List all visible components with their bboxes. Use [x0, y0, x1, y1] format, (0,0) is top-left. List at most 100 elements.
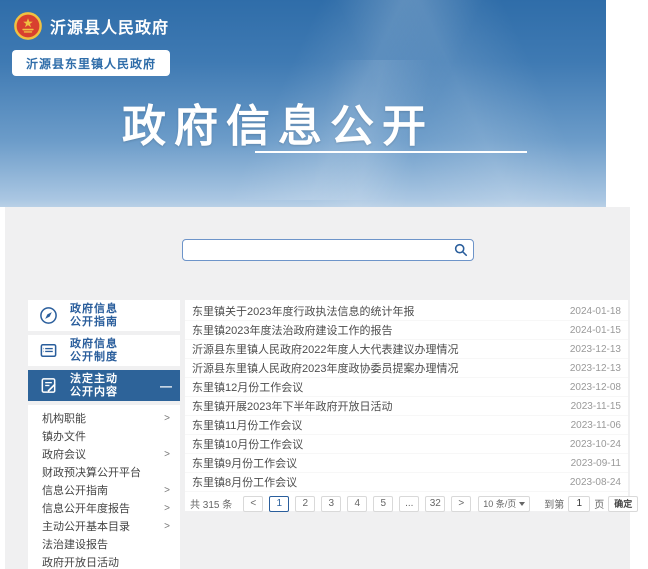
sidebar-subitem-org-functions[interactable]: 机构职能 > — [28, 409, 180, 427]
document-list: 东里镇关于2023年度行政执法信息的统计年报 2024-01-18 东里镇202… — [185, 300, 628, 492]
sidebar-item-disclosure-guide[interactable]: 政府信息 公开指南 — [28, 300, 180, 331]
goto-page-input[interactable] — [568, 496, 590, 512]
pagination-page-2[interactable]: 2 — [295, 496, 315, 512]
sidebar-item-label: 公开内容 — [70, 386, 118, 399]
sidebar-subitem-label: 政府会议 — [42, 446, 86, 462]
banner-title: 政府信息公开 — [122, 90, 434, 154]
pagination-page-3[interactable]: 3 — [321, 496, 341, 512]
list-item[interactable]: 东里镇12月份工作会议 2023-12-08 — [185, 378, 628, 397]
sidebar-subitem-label: 主动公开基本目录 — [42, 518, 130, 534]
sidebar-subitem-label: 机构职能 — [42, 410, 86, 426]
site-header: 沂源县人民政府 沂源县东里镇人民政府 政府信息公开 — [0, 0, 606, 207]
sidebar-item-label: 政府信息 — [70, 338, 118, 351]
document-date: 2023-09-11 — [571, 458, 621, 469]
sidebar-item-label: 公开指南 — [70, 316, 118, 329]
page: 沂源县人民政府 沂源县东里镇人民政府 政府信息公开 — [0, 0, 648, 569]
goto-prefix-label: 到第 — [544, 496, 564, 511]
goto-confirm-button[interactable]: 确定 — [608, 496, 638, 512]
chevron-right-icon: > — [164, 413, 170, 424]
sidebar-item-disclosure-system[interactable]: 政府信息 公开制度 — [28, 335, 180, 366]
document-title[interactable]: 东里镇11月份工作会议 — [192, 417, 561, 433]
document-list-panel: 东里镇关于2023年度行政执法信息的统计年报 2024-01-18 东里镇202… — [185, 300, 628, 511]
banner-underline — [255, 151, 527, 153]
list-item[interactable]: 东里镇2023年度法治政府建设工作的报告 2024-01-15 — [185, 321, 628, 340]
pagination-next-button[interactable]: > — [451, 496, 471, 512]
document-title[interactable]: 东里镇10月份工作会议 — [192, 436, 560, 452]
document-date: 2023-11-15 — [571, 401, 621, 412]
sidebar-subitem-budget-platform[interactable]: 财政预决算公开平台 — [28, 463, 180, 481]
list-item[interactable]: 沂源县东里镇人民政府2023年度政协委员提案办理情况 2023-12-13 — [185, 359, 628, 378]
chevron-right-icon: > — [164, 503, 170, 514]
chevron-right-icon: > — [164, 449, 170, 460]
sidebar-subitem-label: 信息公开指南 — [42, 482, 108, 498]
pagination-ellipsis[interactable]: ... — [399, 496, 419, 512]
document-title[interactable]: 东里镇12月份工作会议 — [192, 379, 560, 395]
sidebar-item-statutory-disclosure[interactable]: 法定主动 公开内容 — — [28, 370, 180, 401]
list-item[interactable]: 东里镇9月份工作会议 2023-09-11 — [185, 454, 628, 473]
document-title[interactable]: 东里镇2023年度法治政府建设工作的报告 — [192, 322, 560, 338]
sidebar-item-label: 法定主动 — [70, 373, 118, 386]
list-item[interactable]: 沂源县东里镇人民政府2022年度人大代表建议办理情况 2023-12-13 — [185, 340, 628, 359]
list-item[interactable]: 东里镇开展2023年下半年政府开放日活动 2023-11-15 — [185, 397, 628, 416]
sidebar-subitem-label: 政府开放日活动 — [42, 554, 119, 569]
sidebar-item-label: 公开制度 — [70, 351, 118, 364]
sub-site-badge[interactable]: 沂源县东里镇人民政府 — [12, 50, 170, 76]
pagination-goto: 到第 页 确定 — [544, 496, 638, 512]
pagination-total: 共 315 条 — [190, 496, 232, 511]
document-title[interactable]: 东里镇开展2023年下半年政府开放日活动 — [192, 398, 561, 414]
site-brand[interactable]: 沂源县人民政府 — [14, 12, 169, 40]
document-date: 2023-12-13 — [570, 363, 621, 374]
pagination-page-4[interactable]: 4 — [347, 496, 367, 512]
sidebar-subitem-basic-catalog[interactable]: 主动公开基本目录 > — [28, 517, 180, 535]
compass-icon — [38, 306, 58, 326]
search-input[interactable] — [183, 240, 449, 260]
sidebar-subitem-label: 财政预决算公开平台 — [42, 464, 141, 480]
sidebar-subitem-open-day[interactable]: 政府开放日活动 — [28, 553, 180, 569]
collapse-indicator[interactable]: — — [160, 379, 172, 393]
sidebar-subitem-gov-meetings[interactable]: 政府会议 > — [28, 445, 180, 463]
document-date: 2023-12-08 — [570, 382, 621, 393]
document-date: 2023-08-24 — [570, 477, 621, 488]
document-date: 2024-01-18 — [570, 306, 621, 317]
document-date: 2023-11-06 — [571, 420, 621, 431]
pagination-page-32[interactable]: 32 — [425, 496, 445, 512]
pagination-prev-button[interactable]: < — [243, 496, 263, 512]
document-title[interactable]: 沂源县东里镇人民政府2023年度政协委员提案办理情况 — [192, 360, 560, 376]
list-item[interactable]: 东里镇关于2023年度行政执法信息的统计年报 2024-01-18 — [185, 302, 628, 321]
document-title[interactable]: 东里镇9月份工作会议 — [192, 455, 561, 471]
pagination: 共 315 条 < 1 2 3 4 5 ... 32 > 10 条/页 到第 页 — [185, 495, 628, 512]
sidebar-subitem-rule-of-law-report[interactable]: 法治建设报告 — [28, 535, 180, 553]
search-icon — [454, 243, 468, 257]
document-list-icon — [38, 341, 58, 361]
clipboard-pen-icon — [38, 376, 58, 396]
sidebar-item-label: 政府信息 — [70, 303, 118, 316]
list-item[interactable]: 东里镇8月份工作会议 2023-08-24 — [185, 473, 628, 492]
content-area: 政府信息 公开指南 政府信息 公开制度 — [5, 207, 630, 569]
chevron-right-icon: > — [164, 485, 170, 496]
search-bar — [182, 239, 474, 261]
sidebar-subitem-label: 法治建设报告 — [42, 536, 108, 552]
document-date: 2024-01-15 — [570, 325, 621, 336]
national-emblem-logo — [14, 12, 42, 40]
document-date: 2023-12-13 — [570, 344, 621, 355]
sidebar-subitem-label: 镇办文件 — [42, 428, 86, 444]
page-size-select[interactable]: 10 条/页 — [478, 496, 530, 512]
goto-suffix-label: 页 — [594, 496, 604, 511]
sidebar-subitem-annual-report[interactable]: 信息公开年度报告 > — [28, 499, 180, 517]
sidebar-submenu: 机构职能 > 镇办文件 政府会议 > 财政预决算公开平台 信息公开指南 — [28, 405, 180, 569]
pagination-page-5[interactable]: 5 — [373, 496, 393, 512]
pagination-page-1[interactable]: 1 — [269, 496, 289, 512]
list-item[interactable]: 东里镇10月份工作会议 2023-10-24 — [185, 435, 628, 454]
sidebar-subitem-town-documents[interactable]: 镇办文件 — [28, 427, 180, 445]
document-title[interactable]: 沂源县东里镇人民政府2022年度人大代表建议办理情况 — [192, 341, 560, 357]
search-button[interactable] — [449, 240, 473, 260]
document-title[interactable]: 东里镇8月份工作会议 — [192, 474, 560, 490]
sidebar-subitem-label: 信息公开年度报告 — [42, 500, 130, 516]
chevron-down-icon — [519, 502, 525, 506]
page-size-value: 10 条/页 — [483, 497, 516, 510]
document-title[interactable]: 东里镇关于2023年度行政执法信息的统计年报 — [192, 303, 560, 319]
list-item[interactable]: 东里镇11月份工作会议 2023-11-06 — [185, 416, 628, 435]
sidebar-subitem-info-guide[interactable]: 信息公开指南 > — [28, 481, 180, 499]
chevron-right-icon: > — [164, 521, 170, 532]
document-date: 2023-10-24 — [570, 439, 621, 450]
